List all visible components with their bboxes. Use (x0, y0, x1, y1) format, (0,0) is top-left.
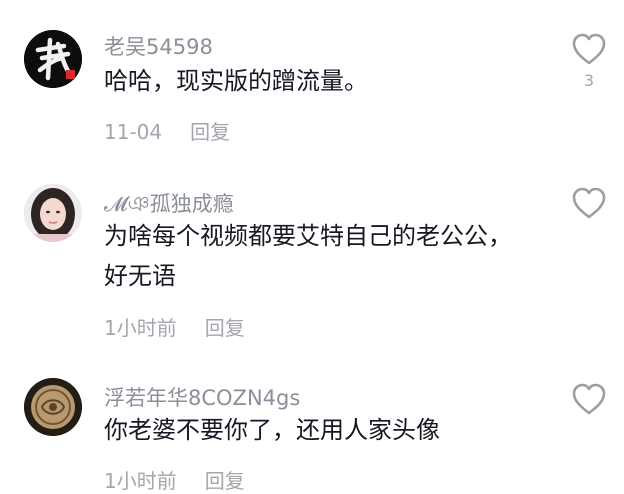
comment-time: 11-04 (104, 120, 163, 144)
avatar[interactable] (24, 378, 82, 436)
avatar[interactable] (24, 30, 82, 88)
comment-text: 你老婆不要你了，还用人家头像 (104, 416, 440, 444)
girl-photo-avatar (24, 184, 82, 242)
comment-text: 哈哈，现实版的蹭流量。 (104, 67, 368, 95)
comment-meta: 11-04 回复 (104, 116, 230, 145)
like-button[interactable] (571, 382, 607, 416)
comment-meta: 1小时前 回复 (104, 465, 245, 494)
comment-time: 1小时前 (104, 469, 177, 493)
heart-outline-icon (572, 33, 606, 65)
username[interactable]: 老吴54598 (104, 31, 213, 61)
bronze-coin-avatar (24, 378, 82, 436)
comment-time: 1小时前 (104, 316, 177, 340)
username[interactable]: 浮若年华8COZN4gs (104, 382, 300, 412)
heart-outline-icon (572, 383, 606, 415)
reply-button[interactable]: 回复 (205, 469, 245, 493)
avatar[interactable] (24, 184, 82, 242)
comment-text: 为啥每个视频都要艾特自己的老公公，好无语 (104, 222, 512, 290)
like-count: 3 (583, 71, 595, 90)
reply-button[interactable]: 回复 (205, 316, 245, 340)
reply-button[interactable]: 回复 (190, 120, 230, 144)
calligraphy-logo-icon (24, 30, 82, 88)
like-button[interactable] (571, 186, 607, 220)
comment-meta: 1小时前 回复 (104, 312, 245, 341)
heart-outline-icon (572, 187, 606, 219)
like-button[interactable] (571, 32, 607, 66)
